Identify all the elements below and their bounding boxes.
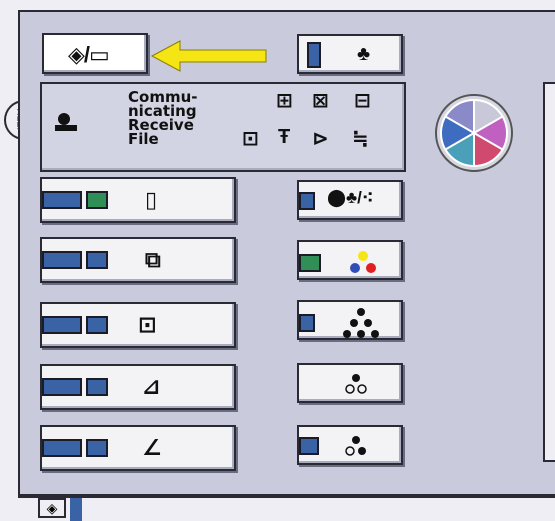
yellow-arrow-icon bbox=[150, 40, 267, 72]
printer-icon: ≒ bbox=[352, 128, 369, 150]
right-row-button-4[interactable] bbox=[297, 363, 403, 403]
right-row-button-3[interactable] bbox=[297, 300, 403, 340]
right-row-button-1[interactable]: ⬤♣/⁖ bbox=[297, 180, 403, 220]
output-tray-icon: ⊿ bbox=[142, 374, 161, 399]
communicating-panel[interactable]: Commu- nicating Receive File ⊞ ⊠ ⊟ ⊡ Ŧ ⊳… bbox=[40, 82, 406, 172]
gauge-green bbox=[86, 191, 108, 209]
gauge-blue bbox=[299, 192, 315, 210]
paper-tray-icon: ▯ bbox=[145, 187, 158, 212]
memory-icon: ⊟ bbox=[354, 90, 371, 112]
left-row-button-2[interactable]: ⧉ bbox=[40, 237, 236, 283]
mode-switch-icon[interactable]: ◈ bbox=[38, 498, 66, 518]
left-row-button-5[interactable]: ∠ bbox=[40, 425, 236, 471]
wrench-icon: ⊡ bbox=[242, 128, 259, 150]
document-arrow-icon: Ŧ bbox=[278, 126, 291, 148]
toner-all-icon: ⬤♣/⁖ bbox=[327, 188, 374, 207]
booklet-icon: ⊡ bbox=[138, 312, 157, 337]
receive-file-icon bbox=[55, 113, 77, 131]
gauge-blue bbox=[86, 316, 108, 334]
left-row-button-1[interactable]: ▯ bbox=[40, 177, 236, 223]
duplex-icon: ⧉ bbox=[145, 247, 161, 272]
gauge-blue bbox=[299, 437, 319, 455]
fax-icon: ⊞ bbox=[276, 90, 293, 112]
bottom-strip bbox=[18, 496, 555, 521]
right-row-button-5[interactable] bbox=[297, 425, 403, 465]
gauge-blue bbox=[299, 314, 315, 332]
toner-low-icon bbox=[345, 436, 366, 456]
gauge-blue bbox=[42, 378, 82, 396]
settings-icon: ⊳ bbox=[312, 128, 329, 150]
bottom-indicator bbox=[70, 498, 82, 521]
communicating-label: Commu- nicating Receive File bbox=[128, 88, 198, 148]
left-row-button-4[interactable]: ⊿ bbox=[40, 364, 236, 410]
toner-empty-icon bbox=[345, 374, 367, 394]
gauge-blue bbox=[42, 191, 82, 209]
tray-icon: ⊠ bbox=[312, 90, 329, 112]
left-row-button-3[interactable]: ⊡ bbox=[40, 302, 236, 348]
right-strip bbox=[543, 82, 555, 462]
staple-icon: ∠ bbox=[142, 435, 162, 460]
color-wheel-icon[interactable] bbox=[433, 92, 515, 174]
toner-black-icon bbox=[343, 308, 379, 338]
gauge-blue bbox=[86, 251, 108, 269]
copy-fax-mode-icon: ◈/▭ bbox=[68, 42, 110, 67]
status-bar bbox=[307, 42, 321, 68]
gauge-green bbox=[299, 254, 321, 272]
user-tools-button[interactable]: ♣ bbox=[297, 34, 403, 74]
mode-button[interactable]: ◈/▭ bbox=[42, 33, 148, 74]
gauge-blue bbox=[86, 378, 108, 396]
gauge-blue bbox=[42, 316, 82, 334]
gauge-blue bbox=[42, 251, 82, 269]
gauge-blue bbox=[42, 439, 82, 457]
user-tools-icon: ♣ bbox=[357, 43, 371, 65]
gauge-blue bbox=[86, 439, 108, 457]
right-row-button-2[interactable] bbox=[297, 240, 403, 280]
toner-color-icon bbox=[350, 251, 376, 273]
